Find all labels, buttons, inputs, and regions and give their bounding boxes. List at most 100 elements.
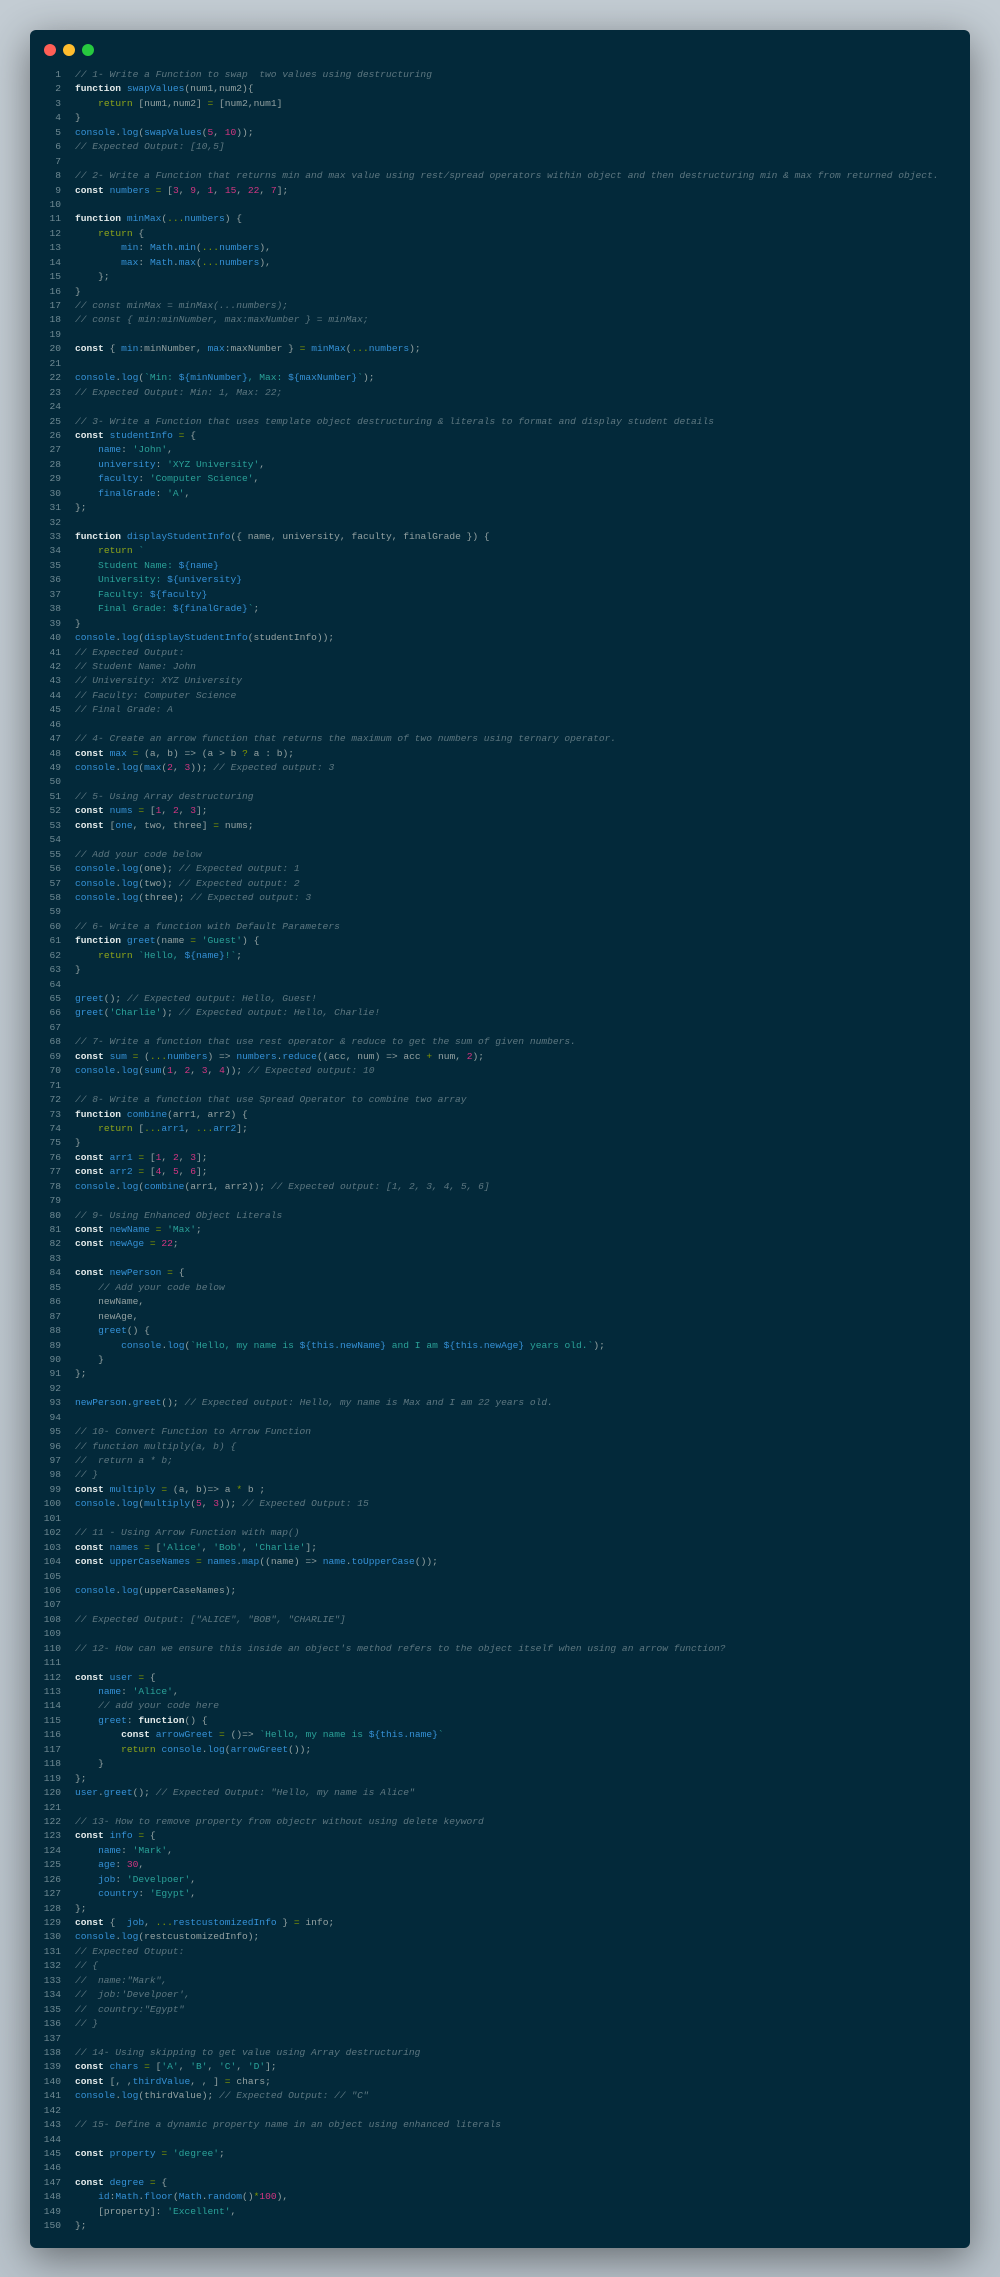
line-number: 33 — [49, 531, 61, 542]
code-line: 148 id:Math.floor(Math.random()*100), — [30, 2190, 970, 2204]
identifier-token: random — [207, 2191, 243, 2203]
line-number: 17 — [49, 300, 61, 311]
code-token: { — [149, 1671, 156, 1683]
identifier-token: log — [121, 877, 139, 889]
code-token: thirdValue — [144, 2090, 202, 2102]
identifier-token: console — [75, 877, 116, 889]
code-text: // 10- Convert Function to Arrow Functio… — [75, 1425, 311, 1439]
comment-token: // 6- Write a function with Default Para… — [75, 920, 340, 932]
line-number: 26 — [49, 429, 61, 441]
comment-token: // 12- How can we ensure this inside an … — [75, 1642, 726, 1654]
line-number: 85 — [49, 1281, 61, 1293]
code-line: 5 console.log(swapValues(5, 10)); — [30, 126, 970, 140]
code-line: 117 return console.log(arrowGreet()); — [30, 1743, 970, 1757]
line-number: 113 — [43, 1686, 61, 1697]
identifier-token: Math — [149, 242, 173, 254]
identifier-token: log — [121, 372, 139, 384]
identifier-token: displayStudentInfo — [144, 632, 248, 644]
code-text: console.log(sum(1, 2, 3, 4)); // Expecte… — [75, 1064, 375, 1078]
code-line: 36 University: ${university} — [30, 573, 970, 587]
line-number: 6 — [55, 141, 61, 153]
code-text: // add your code here — [75, 1699, 219, 1713]
code-line: 48 const max = (a, b) => (a > b ? a : b); — [30, 747, 970, 761]
identifier-token: ${finalGrade} — [172, 603, 248, 615]
code-text: console.log(multiply(5, 3)); // Expected… — [75, 1497, 369, 1511]
code-text: Final Grade: ${finalGrade}`; — [75, 602, 259, 616]
identifier-token: combine — [126, 1108, 168, 1120]
code-text: } — [75, 1136, 81, 1150]
line-number: 56 — [49, 863, 61, 875]
line-number: 111 — [43, 1657, 61, 1669]
line-number: 36 — [49, 574, 61, 586]
code-text: [property]: 'Excellent', — [75, 2205, 236, 2219]
string-token: , Max: — [247, 372, 289, 384]
comment-token: // Add your code below — [75, 848, 202, 860]
close-window-icon[interactable] — [44, 44, 56, 56]
code-text: faculty: 'Computer Science', — [75, 472, 259, 486]
line-number: 117 — [43, 1743, 61, 1755]
code-text: // function multiply(a, b) { — [75, 1440, 236, 1454]
line-number: 13 — [49, 242, 61, 254]
line-number: 136 — [43, 2018, 61, 2030]
code-text: // Expected Otuput: — [75, 1945, 184, 1959]
code-text: function combine(arr1, arr2) { — [75, 1108, 248, 1122]
code-text: console.log(upperCaseNames); — [75, 1584, 236, 1598]
code-line: 52 const nums = [1, 2, 3]; — [30, 804, 970, 818]
code-token: ; — [259, 1483, 266, 1495]
code-text: const info = { — [75, 1829, 156, 1843]
line-number: 35 — [49, 559, 61, 571]
line-number: 140 — [43, 2075, 61, 2087]
identifier-token: names — [109, 1541, 139, 1553]
code-text: console.log(swapValues(5, 10)); — [75, 126, 254, 140]
code-text: return console.log(arrowGreet()); — [75, 1743, 311, 1757]
zoom-window-icon[interactable] — [82, 44, 94, 56]
code-token: ; — [305, 1743, 312, 1755]
code-token: ; — [414, 343, 421, 355]
identifier-token: age — [98, 1859, 116, 1871]
line-number: 65 — [49, 993, 61, 1004]
keyword-token: function — [75, 531, 122, 542]
code-line: 40 console.log(displayStudentInfo(student… — [30, 631, 970, 645]
code-line: 88 greet() { — [30, 1324, 970, 1338]
keyword-token: const — [75, 1671, 104, 1683]
comment-token: // Expected Otuput: — [75, 1945, 185, 1957]
identifier-token: console — [75, 891, 116, 903]
comment-token: // Expected output: 3 — [190, 891, 312, 903]
identifier-token: names — [207, 1556, 237, 1568]
keyword-token: const — [75, 2148, 104, 2159]
code-token: , — [172, 1686, 179, 1697]
string-token: 'Develpoer' — [126, 1873, 191, 1885]
code-text: // country:"Egypt" — [75, 2003, 184, 2017]
keyword-token: const — [75, 1830, 104, 1842]
identifier-token: ${this.newName} — [299, 1339, 387, 1351]
identifier-token: minMax — [126, 213, 162, 225]
minimize-window-icon[interactable] — [63, 44, 75, 56]
line-number: 52 — [49, 805, 61, 817]
identifier-token: property — [109, 2148, 156, 2159]
keyword-token: return — [121, 1743, 156, 1755]
code-line: 95 // 10- Convert Function to Arrow Funct… — [30, 1425, 970, 1439]
keyword-token: const — [75, 1151, 104, 1163]
code-token: ; — [242, 1122, 248, 1134]
identifier-token: Math — [149, 256, 173, 268]
code-token: num1 — [144, 97, 168, 109]
code-text: finalGrade: 'A', — [75, 487, 190, 501]
code-line: 74 return [...arr1, ...arr2]; — [30, 1122, 970, 1136]
code-token: arr1 — [172, 1108, 196, 1120]
code-token: newAge — [98, 1310, 133, 1322]
code-token: ; — [201, 805, 208, 817]
code-token: ; — [201, 1151, 208, 1163]
line-number: 143 — [43, 2119, 61, 2131]
code-text: } — [75, 617, 81, 631]
code-line: 34 return ` — [30, 544, 970, 558]
code-token: one — [144, 863, 162, 875]
comment-token: // country:"Egypt" — [75, 2003, 185, 2015]
code-token: { — [161, 2176, 168, 2188]
code-token: } — [98, 1758, 104, 1770]
line-number: 110 — [43, 1642, 61, 1654]
code-token: ; — [478, 1050, 485, 1062]
code-line: 125 age: 30, — [30, 1858, 970, 1872]
operator-token: ... — [201, 256, 220, 268]
line-number: 60 — [49, 920, 61, 932]
line-number: 55 — [49, 848, 61, 860]
